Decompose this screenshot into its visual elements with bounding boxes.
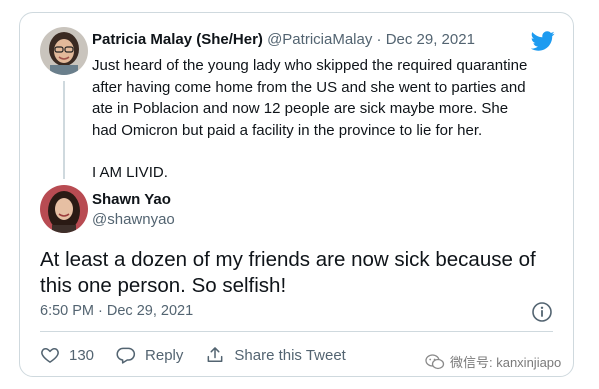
header-separator: ·: [376, 31, 382, 48]
twitter-logo-icon[interactable]: [531, 29, 555, 53]
reply-label: Reply: [145, 346, 184, 364]
share-icon: [207, 347, 223, 362]
parent-tweet-paragraph-1: Just heard of the young lady who skipped…: [92, 57, 528, 139]
avatar-patricia[interactable]: [40, 27, 88, 75]
actions-divider: [40, 331, 553, 332]
like-count: 130: [69, 346, 95, 364]
wechat-icon: [425, 353, 445, 369]
wechat-watermark: 微信号: kanxinjiapo: [425, 352, 561, 371]
watermark-text: 微信号: kanxinjiapo: [450, 355, 562, 370]
parent-tweet-header: Patricia Malay (She/Her) @PatriciaMalay …: [92, 31, 475, 48]
reply-icon: [116, 347, 136, 364]
thread-connector-line: [63, 81, 65, 179]
parent-tweet-paragraph-2: I AM LIVID.: [92, 164, 168, 181]
reply-button[interactable]: Reply: [116, 345, 183, 365]
parent-author-handle[interactable]: @PatriciaMalay: [267, 31, 372, 48]
info-icon[interactable]: [531, 301, 553, 323]
main-author-handle[interactable]: @shawnyao: [92, 211, 175, 228]
heart-icon: [41, 348, 59, 363]
main-tweet-text: At least a dozen of my friends are now s…: [40, 248, 536, 297]
parent-tweet-text: Just heard of the young lady who skipped…: [92, 55, 532, 184]
share-label: Share this Tweet: [234, 346, 346, 364]
parent-tweet-date[interactable]: Dec 29, 2021: [386, 31, 475, 48]
parent-author-name[interactable]: Patricia Malay (She/Her): [92, 31, 263, 48]
main-author-name[interactable]: Shawn Yao: [92, 191, 171, 208]
main-tweet-timestamp[interactable]: 6:50 PM · Dec 29, 2021: [40, 303, 193, 319]
tweet-actions-bar: 130 Reply Share this Tweet: [40, 343, 368, 367]
share-button[interactable]: Share this Tweet: [205, 345, 346, 365]
tweet-card: Patricia Malay (She/Her) @PatriciaMalay …: [19, 12, 574, 377]
avatar-shawn[interactable]: [40, 185, 88, 233]
like-button[interactable]: 130: [40, 345, 94, 365]
